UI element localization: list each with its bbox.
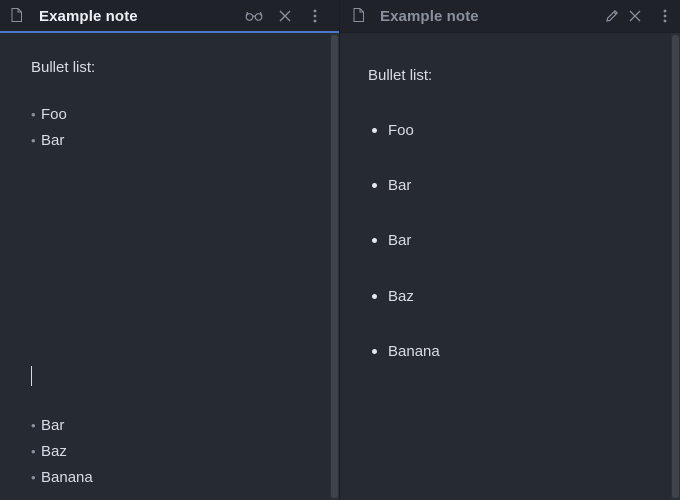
list-item-text: Foo — [388, 122, 414, 139]
bullet-dot — [372, 349, 377, 354]
bullet-marker: • — [31, 418, 36, 433]
preview-list-item: Bar — [372, 177, 412, 194]
workspace: Example note Bullet list: • Foo • Bar • … — [0, 0, 680, 500]
text-cursor — [31, 366, 32, 386]
tab-title[interactable]: Example note — [380, 8, 479, 25]
preview-list-item: Bar — [372, 232, 412, 249]
close-icon[interactable] — [275, 6, 295, 26]
list-item-text: Bar — [388, 232, 412, 249]
preview-heading: Bullet list: — [368, 67, 433, 84]
list-item-text: Foo — [41, 106, 67, 123]
preview-scrollbar[interactable] — [671, 33, 680, 500]
reading-view-icon[interactable] — [244, 6, 264, 26]
bullet-dot — [372, 238, 377, 243]
close-icon[interactable] — [625, 6, 645, 26]
edit-pencil-icon[interactable] — [602, 6, 622, 26]
editor-list-item[interactable]: • Baz — [31, 443, 67, 460]
right-tab-header[interactable]: Example note — [340, 0, 680, 33]
document-icon — [11, 8, 22, 22]
list-item-text: Baz — [41, 443, 67, 460]
left-editor-pane: Example note Bullet list: • Foo • Bar • … — [0, 0, 339, 500]
more-options-icon[interactable] — [305, 6, 325, 26]
list-item-text: Bar — [41, 417, 65, 434]
list-item-text: Baz — [388, 288, 414, 305]
bullet-marker: • — [31, 470, 36, 485]
right-preview-pane: Example note Bullet list: Foo Bar Bar Ba… — [339, 0, 680, 500]
list-item-text: Bar — [388, 177, 412, 194]
document-icon — [353, 8, 364, 22]
bullet-dot — [372, 128, 377, 133]
preview-list-item: Baz — [372, 288, 414, 305]
editor-scrollbar[interactable] — [330, 33, 339, 500]
editor-heading[interactable]: Bullet list: — [31, 59, 95, 76]
more-options-icon[interactable] — [655, 6, 675, 26]
scrollbar-thumb[interactable] — [672, 35, 679, 498]
bullet-marker: • — [31, 107, 36, 122]
bullet-marker: • — [31, 444, 36, 459]
bullet-dot — [372, 294, 377, 299]
editor-list-item[interactable]: • Bar — [31, 132, 64, 149]
preview-list-item: Foo — [372, 122, 414, 139]
editor-list-item[interactable]: • Banana — [31, 469, 93, 486]
list-item-text: Banana — [41, 469, 93, 486]
editor-list-item[interactable]: • Bar — [31, 417, 64, 434]
scrollbar-thumb[interactable] — [331, 35, 338, 498]
list-item-text: Banana — [388, 343, 440, 360]
bullet-dot — [372, 183, 377, 188]
left-tab-header[interactable]: Example note — [0, 0, 339, 33]
editor-list-item[interactable]: • Foo — [31, 106, 67, 123]
list-item-text: Bar — [41, 132, 65, 149]
bullet-marker: • — [31, 133, 36, 148]
preview-list-item: Banana — [372, 343, 440, 360]
tab-title[interactable]: Example note — [39, 8, 138, 25]
